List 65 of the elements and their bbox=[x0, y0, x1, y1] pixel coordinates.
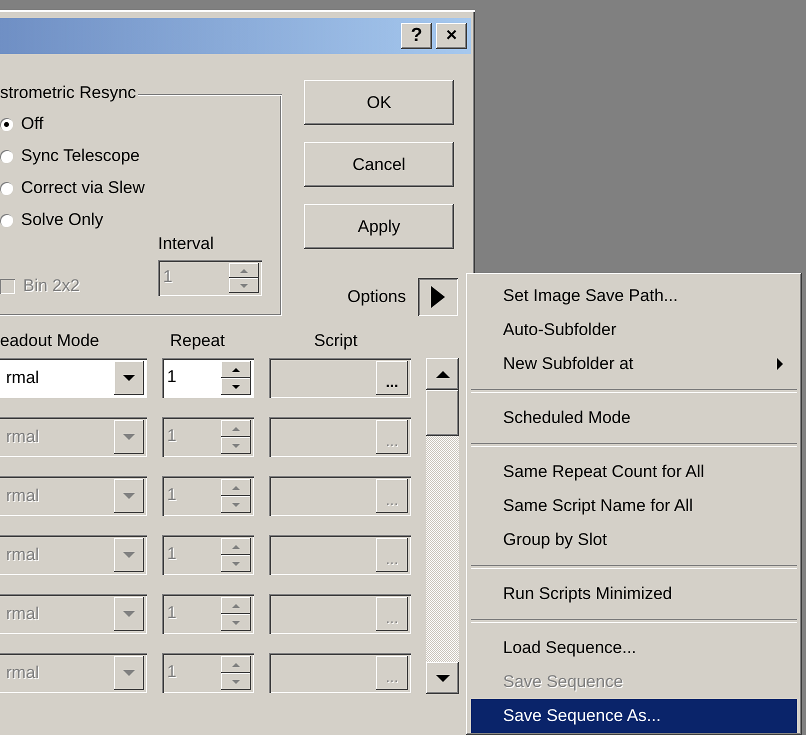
up-arrow-icon bbox=[232, 662, 240, 666]
scroll-down-button[interactable] bbox=[426, 662, 459, 694]
radio-button[interactable] bbox=[0, 182, 13, 194]
radio-label: Off bbox=[21, 114, 44, 134]
down-arrow-icon bbox=[123, 670, 135, 676]
column-header: eadout Mode bbox=[0, 331, 100, 351]
menu-item[interactable]: Load Sequence... bbox=[471, 631, 797, 665]
up-arrow-icon bbox=[232, 368, 240, 372]
menu-item[interactable]: Group by Slot bbox=[471, 523, 797, 557]
radio-button[interactable] bbox=[0, 118, 13, 130]
dialog-button[interactable]: Cancel bbox=[304, 142, 454, 187]
close-button[interactable]: × bbox=[436, 23, 467, 49]
dialog-button[interactable]: Apply bbox=[304, 204, 454, 249]
checkbox-label: Bin 2x2 bbox=[23, 276, 80, 296]
radio-button[interactable] bbox=[0, 214, 13, 226]
radio-label: Correct via Slew bbox=[21, 178, 145, 198]
menu-item[interactable]: Save Sequence As... bbox=[471, 699, 797, 733]
column-header: Script bbox=[313, 331, 358, 351]
down-arrow-icon bbox=[123, 552, 135, 558]
browse-button[interactable]: ... bbox=[376, 361, 408, 395]
script-field[interactable]: ... bbox=[269, 358, 411, 398]
up-arrow-icon bbox=[232, 604, 240, 608]
down-arrow-icon bbox=[123, 434, 135, 440]
help-button[interactable]: ? bbox=[401, 23, 432, 49]
interval-label: Interval bbox=[158, 234, 214, 254]
submenu-arrow-icon bbox=[777, 358, 783, 370]
down-arrow-icon bbox=[240, 284, 248, 288]
radio-label: Sync Telescope bbox=[21, 146, 140, 166]
up-arrow-icon bbox=[232, 486, 240, 490]
up-arrow-icon bbox=[240, 268, 248, 272]
down-arrow-icon bbox=[232, 384, 240, 388]
up-arrow-icon bbox=[232, 544, 240, 548]
menu-item[interactable]: Same Script Name for All bbox=[471, 489, 797, 523]
scroll-thumb[interactable] bbox=[426, 390, 459, 436]
scroll-up-button[interactable] bbox=[426, 358, 459, 390]
scrollbar[interactable] bbox=[426, 358, 459, 694]
down-arrow-icon bbox=[123, 493, 135, 499]
up-arrow-icon bbox=[232, 426, 240, 430]
radio-label: Solve Only bbox=[21, 210, 104, 230]
spin-down-button[interactable] bbox=[221, 378, 251, 395]
down-arrow-icon bbox=[232, 620, 240, 624]
mode-dropdown[interactable]: rmal bbox=[0, 358, 147, 398]
menu-item[interactable]: Auto-Subfolder bbox=[471, 313, 797, 347]
group-label: strometric Resync bbox=[0, 83, 138, 103]
menu-item[interactable]: Run Scripts Minimized bbox=[471, 577, 797, 611]
up-arrow-icon bbox=[436, 370, 450, 378]
down-arrow-icon bbox=[232, 562, 240, 566]
options-label: Options bbox=[347, 287, 406, 307]
spin-up-button[interactable] bbox=[221, 361, 251, 378]
column-header: Repeat bbox=[169, 331, 226, 351]
options-button[interactable] bbox=[418, 278, 458, 316]
down-arrow-icon bbox=[232, 680, 240, 684]
down-arrow-icon bbox=[123, 611, 135, 617]
repeat-spinner[interactable]: 1 bbox=[162, 358, 254, 398]
down-arrow-icon bbox=[232, 502, 240, 506]
menu-item[interactable]: Same Repeat Count for All bbox=[471, 455, 797, 489]
play-arrow-icon bbox=[431, 286, 445, 308]
menu-item[interactable]: New Subfolder at bbox=[471, 347, 797, 381]
dialog-button[interactable]: OK bbox=[304, 80, 454, 125]
radio-button[interactable] bbox=[0, 150, 13, 162]
menu-item[interactable]: Set Image Save Path... bbox=[471, 279, 797, 313]
down-arrow-icon bbox=[232, 444, 240, 448]
down-arrow-icon bbox=[123, 375, 135, 381]
menu-item[interactable]: Scheduled Mode bbox=[471, 401, 797, 435]
down-arrow-icon bbox=[436, 674, 450, 682]
